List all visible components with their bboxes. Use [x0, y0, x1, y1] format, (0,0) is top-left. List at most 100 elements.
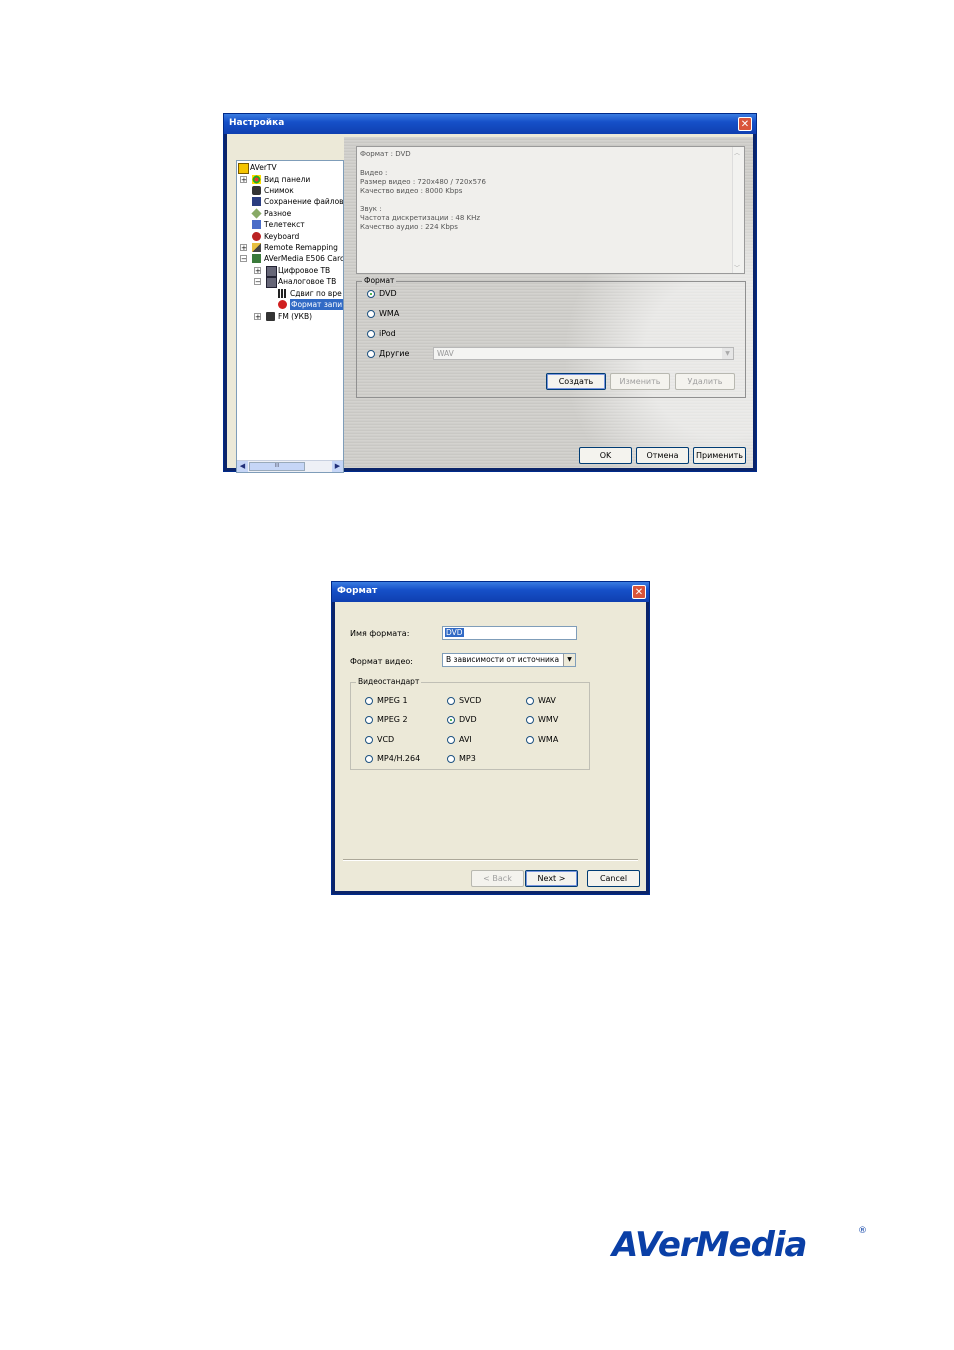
settings-window: Настройка ✕ AVerTV + Вид панели Снимок С… [223, 113, 757, 473]
radio-label-mpeg1: MPEG 1 [377, 696, 408, 705]
info-line: Размер видео : 720x480 / 720x576 [360, 178, 486, 186]
radio-dvd-standard[interactable] [447, 716, 455, 724]
video-standard-group: Видеостандарт MPEG 1 SVCD WAV MPEG 2 DVD… [350, 677, 590, 770]
close-icon[interactable]: ✕ [632, 585, 646, 599]
info-vertical-scrollbar[interactable]: ︿ ﹀ [732, 147, 744, 273]
radio-label-dvd-standard: DVD [459, 715, 477, 724]
format-dialog: Формат ✕ Имя формата: DVD Формат видео: … [331, 581, 650, 895]
radio-wma[interactable] [367, 310, 375, 318]
format-settings-panel: Формат : DVD Видео : Размер видео : 720x… [344, 137, 753, 468]
radio-wav[interactable] [526, 697, 534, 705]
tv-icon [266, 277, 277, 288]
info-line: Качество видео : 8000 Kbps [360, 187, 463, 195]
radio-other[interactable] [367, 350, 375, 358]
misc-icon [251, 208, 262, 219]
video-format-label: Формат видео: [350, 657, 413, 666]
back-button[interactable]: < Back [471, 870, 524, 887]
expand-icon[interactable]: + [240, 176, 247, 184]
format-group-label: Формат [362, 276, 397, 285]
radio-label-wav: WAV [538, 696, 556, 705]
radio-mpeg1[interactable] [365, 697, 373, 705]
format-dialog-title: Формат [337, 586, 378, 596]
radio-label-wma-standard: WMA [538, 735, 559, 744]
apply-button[interactable]: Применить [693, 447, 746, 464]
radio-label-mp4: MP4/H.264 [377, 754, 421, 763]
chevron-down-icon[interactable]: ▼ [563, 654, 575, 666]
info-line: Звук : [360, 205, 382, 213]
next-button[interactable]: Next > [525, 870, 578, 887]
radio-label-mp3: MP3 [459, 754, 476, 763]
cancel-button[interactable]: Отмена [636, 447, 689, 464]
settings-window-title: Настройка [229, 118, 285, 128]
settings-tree: AVerTV + Вид панели Снимок Сохранение фа… [236, 160, 344, 473]
radio-label-avi: AVI [459, 735, 472, 744]
radio-mp3[interactable] [447, 755, 455, 763]
save-icon [252, 197, 261, 206]
format-name-value: DVD [445, 628, 464, 637]
expand-icon[interactable]: + [254, 313, 261, 321]
delete-button[interactable]: Удалить [675, 373, 735, 390]
scroll-thumb[interactable]: III [249, 462, 305, 471]
expand-icon[interactable]: + [240, 244, 247, 252]
dialog-separator [343, 859, 638, 861]
video-standard-group-label: Видеостандарт [356, 677, 422, 686]
settings-client-area: AVerTV + Вид панели Снимок Сохранение фа… [227, 134, 753, 473]
other-format-value: WAV [437, 349, 454, 358]
collapse-icon[interactable]: − [254, 278, 261, 286]
other-format-select[interactable]: WAV ▼ [433, 347, 734, 360]
radio-label-ipod: iPod [379, 329, 396, 338]
radio-dvd[interactable] [367, 290, 375, 298]
video-format-select[interactable]: В зависимости от источника ▼ [442, 653, 576, 667]
create-button[interactable]: Создать [546, 373, 606, 390]
format-dialog-client: Имя формата: DVD Формат видео: В зависим… [335, 602, 646, 891]
scroll-down-icon[interactable]: ﹀ [734, 263, 740, 272]
radio-label-wmv: WMV [538, 715, 559, 724]
radio-mp4[interactable] [365, 755, 373, 763]
radio-avi[interactable] [447, 736, 455, 744]
registered-mark: ® [858, 1226, 867, 1236]
radio-vcd[interactable] [365, 736, 373, 744]
radio-icon [266, 312, 275, 321]
info-line: Частота дискретизации : 48 KHz [360, 214, 481, 222]
info-line: Видео : [360, 169, 388, 177]
avertv-icon [238, 163, 249, 174]
edit-button[interactable]: Изменить [610, 373, 670, 390]
panel-icon [252, 175, 261, 184]
radio-wma-standard[interactable] [526, 736, 534, 744]
settings-title-bar[interactable]: Настройка ✕ [224, 114, 756, 134]
chevron-down-icon[interactable]: ▼ [722, 348, 733, 359]
avermedia-logo: AVerMedia [612, 1225, 808, 1265]
close-icon[interactable]: ✕ [738, 117, 752, 131]
video-format-value: В зависимости от источника [446, 655, 560, 664]
scroll-right-icon[interactable]: ▶ [332, 461, 343, 472]
teletext-icon [252, 220, 261, 229]
tree-horizontal-scrollbar[interactable]: ◀ III ▶ [237, 460, 343, 472]
info-line: Формат : DVD [360, 150, 411, 158]
scroll-up-icon[interactable]: ︿ [734, 148, 740, 157]
radio-svcd[interactable] [447, 697, 455, 705]
expand-icon[interactable]: + [254, 267, 261, 275]
format-dialog-title-bar[interactable]: Формат ✕ [332, 582, 649, 602]
radio-label-mpeg2: MPEG 2 [377, 715, 408, 724]
radio-label-wma: WMA [379, 309, 400, 318]
radio-label-other: Другие [379, 349, 410, 358]
cancel-dialog-button[interactable]: Cancel [587, 870, 640, 887]
radio-label-vcd: VCD [377, 735, 395, 744]
format-name-label: Имя формата: [350, 629, 410, 638]
radio-wmv[interactable] [526, 716, 534, 724]
ok-button[interactable]: OK [579, 447, 632, 464]
scroll-left-icon[interactable]: ◀ [237, 461, 248, 472]
remote-icon [252, 243, 261, 252]
radio-ipod[interactable] [367, 330, 375, 338]
camera-icon [252, 186, 261, 195]
record-icon [278, 300, 287, 309]
format-name-input[interactable]: DVD [442, 626, 577, 640]
card-icon [252, 254, 261, 263]
info-line: Качество аудио : 224 Kbps [360, 223, 458, 231]
radio-label-svcd: SVCD [459, 696, 482, 705]
timeshift-icon [278, 289, 287, 298]
collapse-icon[interactable]: − [240, 255, 247, 263]
tv-icon [266, 266, 277, 277]
radio-label-dvd: DVD [379, 289, 397, 298]
radio-mpeg2[interactable] [365, 716, 373, 724]
